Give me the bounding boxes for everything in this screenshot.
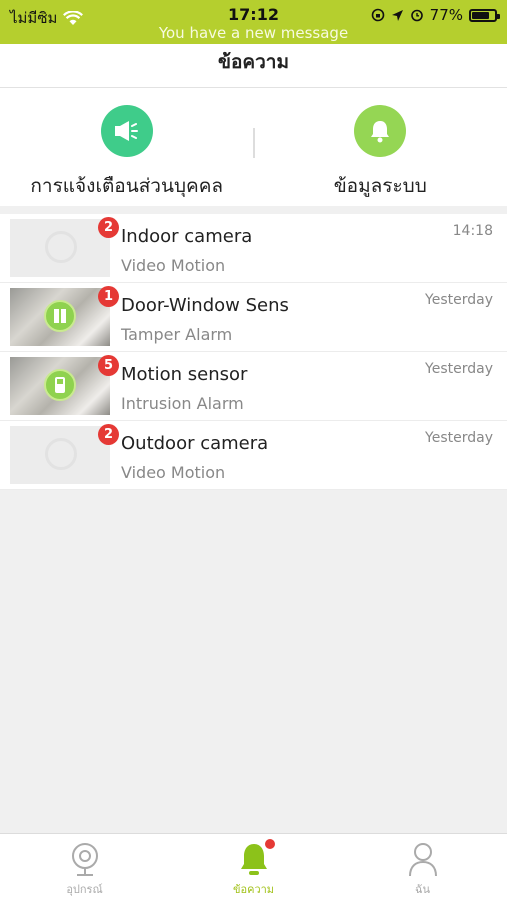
message-row[interactable]: 5 Motion sensor Intrusion Alarm Yesterda… <box>0 352 507 421</box>
bell-icon-circle <box>354 105 407 157</box>
device-name: Indoor camera <box>121 226 253 247</box>
camera-icon <box>45 231 77 263</box>
message-time: Yesterday <box>425 430 493 446</box>
category-label: การแจ้งเตือนส่วนบุคคล <box>30 175 224 197</box>
alarm-icon <box>410 9 423 22</box>
camera-icon <box>71 843 98 876</box>
rotation-lock-icon <box>371 8 384 22</box>
status-right: 77% <box>371 6 500 24</box>
category-personal-notifications[interactable]: การแจ้งเตือนส่วนบุคคล <box>0 88 254 206</box>
category-label: ข้อมูลระบบ <box>333 175 427 197</box>
tab-devices[interactable]: อุปกรณ์ <box>0 834 169 900</box>
tab-label: อุปกรณ์ <box>66 883 103 896</box>
battery-icon <box>469 8 500 22</box>
message-categories: การแจ้งเตือนส่วนบุคคล ข้อมูลระบบ <box>0 88 507 206</box>
message-thumbnail <box>10 288 110 346</box>
unread-badge: 5 <box>98 355 119 376</box>
tab-messages[interactable]: ข้อความ <box>169 834 338 900</box>
message-time: Yesterday <box>425 292 493 308</box>
tab-me[interactable]: ฉัน <box>338 834 507 900</box>
status-bar: ไม่มีซิม 17:12 You have a new message 77… <box>0 0 507 44</box>
event-type: Intrusion Alarm <box>121 394 244 413</box>
motion-sensor-icon <box>44 369 76 401</box>
tab-label: ฉัน <box>414 883 430 896</box>
battery-fill <box>472 11 489 19</box>
megaphone-icon-circle <box>100 105 153 157</box>
bell-icon <box>371 121 390 143</box>
event-type: Tamper Alarm <box>121 325 233 344</box>
location-icon <box>391 9 403 21</box>
unread-badge: 1 <box>98 286 119 307</box>
new-message-banner[interactable]: You have a new message <box>0 24 507 42</box>
message-row[interactable]: 2 Outdoor camera Video Motion Yesterday <box>0 421 507 490</box>
door-sensor-icon <box>44 300 76 332</box>
megaphone-icon <box>114 121 138 141</box>
tab-label: ข้อความ <box>232 883 275 896</box>
person-icon <box>408 843 437 877</box>
message-thumbnail <box>10 426 110 484</box>
event-type: Video Motion <box>121 463 226 482</box>
notification-dot <box>265 839 275 849</box>
device-name: Motion sensor <box>121 364 248 385</box>
message-time: 14:18 <box>452 223 493 239</box>
message-row[interactable]: 1 Door-Window Sens Tamper Alarm Yesterda… <box>0 283 507 352</box>
camera-icon <box>45 438 77 470</box>
category-system-info[interactable]: ข้อมูลระบบ <box>254 88 507 206</box>
unread-badge: 2 <box>98 424 119 445</box>
battery-percent: 77% <box>429 6 463 24</box>
device-name: Door-Window Sens <box>121 295 289 316</box>
message-thumbnail <box>10 357 110 415</box>
page-title: ข้อความ <box>218 51 289 73</box>
event-type: Video Motion <box>121 256 226 275</box>
category-divider <box>253 128 255 158</box>
message-time: Yesterday <box>425 361 493 377</box>
tab-bar: อุปกรณ์ ข้อความ ฉัน <box>0 833 507 900</box>
message-list: 2 Indoor camera Video Motion 14:18 1 Doo… <box>0 214 507 490</box>
message-thumbnail <box>10 219 110 277</box>
unread-badge: 2 <box>98 217 119 238</box>
header: ข้อความ <box>0 44 507 88</box>
device-name: Outdoor camera <box>121 433 269 454</box>
message-row[interactable]: 2 Indoor camera Video Motion 14:18 <box>0 214 507 283</box>
